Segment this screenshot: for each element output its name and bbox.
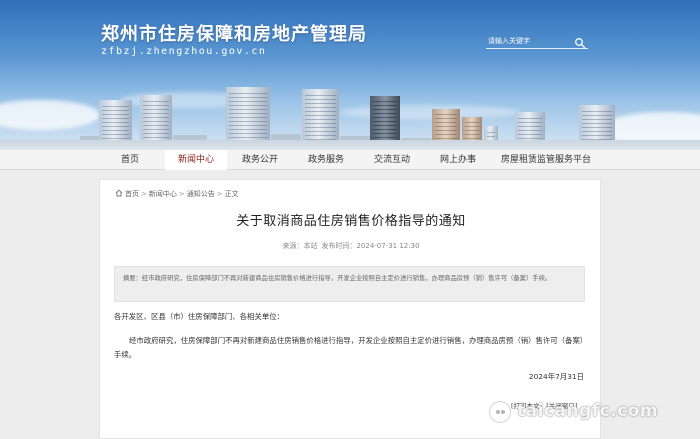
breadcrumb-separator: > <box>141 190 147 198</box>
nav-item-interaction[interactable]: 交流互动 <box>364 150 420 170</box>
article-date: 2024年7月31日 <box>528 372 584 381</box>
nav-item-online-service[interactable]: 网上办事 <box>430 150 486 170</box>
breadcrumb-home[interactable]: 首页 <box>125 190 139 198</box>
watermark-logo-icon <box>489 401 511 423</box>
search-input[interactable] <box>488 34 570 48</box>
article-source: 来源：本站 <box>282 242 318 250</box>
site-domain: zfbzj.zhengzhou.gov.cn <box>101 46 267 57</box>
nav-item-home[interactable]: 首页 <box>104 150 156 170</box>
search-box <box>486 33 588 49</box>
breadcrumb: 首页 > 新闻中心 > 通知公告 > 正文 <box>115 189 239 199</box>
main-nav: 首页 新闻中心 政务公开 政务服务 交流互动 网上办事 房屋租赁监管服务平台 <box>0 150 700 170</box>
nav-item-gov-service[interactable]: 政务服务 <box>298 150 354 170</box>
nav-item-gov-info[interactable]: 政务公开 <box>232 150 288 170</box>
article-abstract: 摘要：经市政府研究，住房保障部门不再对新建商品住房销售价格进行指导，开发企业按照… <box>114 266 585 302</box>
site-banner: 郑州市住房保障和房地产管理局 zfbzj.zhengzhou.gov.cn <box>0 0 700 150</box>
nav-item-news[interactable]: 新闻中心 <box>165 150 227 170</box>
article-title: 关于取消商品住房销售价格指导的通知 <box>236 214 466 229</box>
nav-item-rental-platform[interactable]: 房屋租赁监管服务平台 <box>496 150 596 170</box>
banner-cloud <box>0 100 100 130</box>
search-icon[interactable] <box>574 34 586 49</box>
article-meta: 来源：本站 发布时间：2024-07-31 12:30 <box>100 241 602 251</box>
article-greeting: 各开发区、区县（市）住房保障部门、各相关单位： <box>114 312 284 321</box>
breadcrumb-current: 正文 <box>224 190 239 198</box>
article-publish-time: 发布时间：2024-07-31 12:30 <box>321 242 420 250</box>
breadcrumb-separator: > <box>178 190 185 198</box>
site-title: 郑州市住房保障和房地产管理局 <box>101 24 367 45</box>
watermark-text: taicangfc.com <box>517 401 659 421</box>
article-body: 经市政府研究，住房保障部门不再对新建商品住房销售价格进行指导，开发企业按照自主定… <box>114 336 584 359</box>
banner-ground <box>0 140 700 150</box>
breadcrumb-notices[interactable]: 通知公告 <box>187 190 215 198</box>
breadcrumb-separator: > <box>216 190 223 198</box>
breadcrumb-news[interactable]: 新闻中心 <box>149 190 177 198</box>
home-icon <box>115 189 123 197</box>
banner-cloud <box>340 105 520 119</box>
watermark: taicangfc.com <box>489 398 689 426</box>
